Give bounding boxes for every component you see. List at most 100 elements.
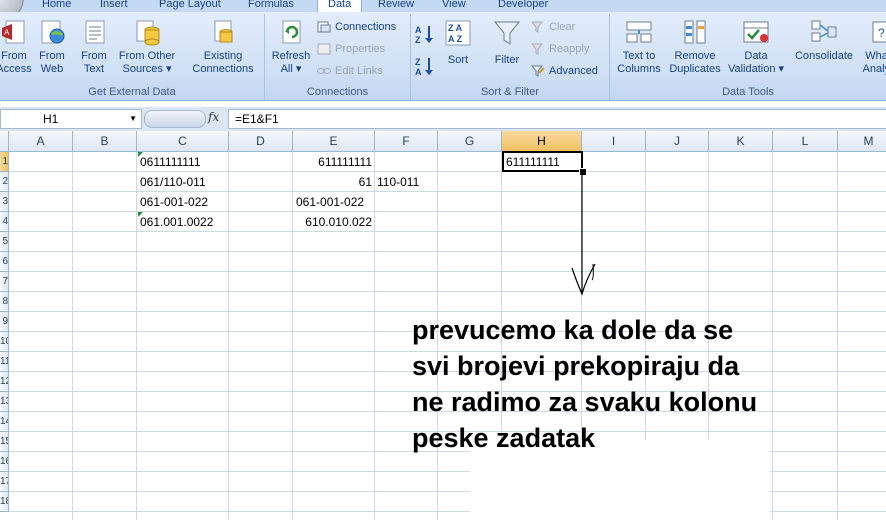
formula-expand-handle[interactable]: [144, 110, 206, 128]
row-header-11[interactable]: 11: [0, 352, 9, 372]
chain-link-icon: [317, 65, 331, 77]
column-header-i[interactable]: I: [582, 131, 646, 152]
text-to-columns-icon: [625, 18, 653, 46]
column-header-m[interactable]: M: [838, 131, 886, 152]
data-validation-button[interactable]: Data Validation ▾: [724, 18, 788, 76]
refresh-all-button[interactable]: Refresh All ▾: [267, 18, 315, 76]
cell-c4[interactable]: 061.001.0022: [137, 212, 229, 232]
row-header-1[interactable]: 1: [0, 152, 9, 172]
formula-input[interactable]: =E1&F1: [228, 109, 886, 129]
sort-button[interactable]: Z AA Z Sort: [441, 18, 475, 67]
properties-button[interactable]: Properties: [317, 40, 385, 58]
tab-view[interactable]: View: [442, 0, 466, 12]
advanced-filter-button[interactable]: Advanced: [530, 62, 598, 80]
cell-c2[interactable]: 061/110-011: [137, 172, 229, 192]
cell-c3[interactable]: 061-001-022: [137, 192, 229, 212]
row-gridline: [9, 251, 886, 252]
clear-filter-button[interactable]: Clear: [530, 18, 575, 36]
group-data-tools: Text to Columns Remove Duplicates Data V…: [610, 14, 886, 100]
properties-icon: [317, 43, 331, 55]
group-label-get-external-data: Get External Data: [88, 86, 176, 98]
ribbon-tab-bar: Home Insert Page Layout Formulas Data Re…: [0, 0, 886, 12]
row-header-15[interactable]: 15: [0, 432, 9, 452]
row-header-16[interactable]: 16: [0, 452, 9, 472]
funnel-icon: [493, 18, 521, 46]
row-header-3[interactable]: 3: [0, 192, 9, 212]
remove-duplicates-button[interactable]: Remove Duplicates: [666, 18, 724, 76]
svg-text:Z: Z: [415, 35, 421, 44]
column-header-h[interactable]: H: [502, 131, 582, 152]
group-connections: Refresh All ▾ Connections Properties Edi…: [265, 14, 411, 100]
connections-button[interactable]: Connections: [317, 18, 396, 36]
insert-function-icon[interactable]: fx: [208, 110, 219, 124]
tab-insert[interactable]: Insert: [100, 0, 128, 12]
existing-connections-button[interactable]: Existing Connections: [186, 18, 260, 76]
row-header-18[interactable]: 18: [0, 492, 9, 512]
group-sort-filter: AZ ZA Z AA Z Sort Filter Clear Reapply A…: [411, 14, 610, 100]
select-all-corner[interactable]: [0, 131, 9, 152]
row-header-12[interactable]: 12: [0, 372, 9, 392]
from-access-button[interactable]: A From Access: [0, 18, 34, 76]
access-icon: A: [0, 18, 28, 46]
row-header-9[interactable]: 9: [0, 312, 9, 332]
column-header-k[interactable]: K: [709, 131, 773, 152]
tab-data[interactable]: Data: [317, 0, 363, 12]
cell-e2[interactable]: 61: [293, 172, 375, 192]
row-header-6[interactable]: 6: [0, 252, 9, 272]
row-header-17[interactable]: 17: [0, 472, 9, 492]
consolidate-button[interactable]: Consolidate: [792, 18, 856, 63]
from-web-button[interactable]: From Web: [34, 18, 70, 76]
column-header-f[interactable]: F: [375, 131, 438, 152]
row-header-4[interactable]: 4: [0, 212, 9, 232]
annotation-text: prevucemo ka dole da se svi brojevi prek…: [412, 315, 758, 453]
from-text-button[interactable]: From Text: [76, 18, 112, 76]
tab-review[interactable]: Review: [378, 0, 414, 12]
column-header-c[interactable]: C: [137, 131, 229, 152]
column-header-j[interactable]: J: [646, 131, 709, 152]
column-header-d[interactable]: D: [229, 131, 293, 152]
sort-z-to-a-icon[interactable]: ZA: [415, 56, 435, 77]
column-header-g[interactable]: G: [438, 131, 502, 152]
text-file-icon: [80, 18, 108, 46]
filter-button[interactable]: Filter: [489, 18, 525, 67]
text-to-columns-button[interactable]: Text to Columns: [614, 18, 664, 76]
row-header-10[interactable]: 10: [0, 332, 9, 352]
row-header-7[interactable]: 7: [0, 272, 9, 292]
column-header-e[interactable]: E: [293, 131, 375, 152]
sort-a-to-z-icon[interactable]: AZ: [415, 24, 435, 45]
clear-filter-icon: [530, 21, 545, 33]
tab-developer[interactable]: Developer: [498, 0, 548, 12]
cell-e4[interactable]: 610.010.022: [293, 212, 375, 232]
column-header-a[interactable]: A: [9, 131, 73, 152]
error-indicator-icon: [138, 212, 143, 217]
row-header-13[interactable]: 13: [0, 392, 9, 412]
row-header-14[interactable]: 14: [0, 412, 9, 432]
name-box-dropdown-icon[interactable]: ▼: [129, 110, 137, 128]
row-header-8[interactable]: 8: [0, 292, 9, 312]
cell-e1[interactable]: 611111111: [293, 152, 375, 172]
row-header-5[interactable]: 5: [0, 232, 9, 252]
svg-text:A: A: [415, 67, 422, 76]
column-header-l[interactable]: L: [773, 131, 838, 152]
tab-home[interactable]: Home: [42, 0, 71, 12]
error-indicator-icon: [138, 152, 143, 157]
what-if-analysis-button[interactable]: ? What-If Analysis: [858, 18, 886, 76]
data-validation-icon: [742, 18, 770, 46]
cell-f2[interactable]: 110-011: [374, 172, 438, 192]
row-header-2[interactable]: 2: [0, 172, 9, 192]
cell-c1[interactable]: 0611111111: [137, 152, 229, 172]
name-box[interactable]: H1 ▼: [0, 109, 142, 129]
cell-e3[interactable]: 061-001-022: [293, 192, 375, 212]
row-gridline: [9, 271, 886, 272]
existing-connections-icon: [209, 18, 237, 46]
from-other-sources-button[interactable]: From Other Sources ▾: [116, 18, 178, 76]
column-header-b[interactable]: B: [73, 131, 137, 152]
tab-formulas[interactable]: Formulas: [248, 0, 294, 12]
svg-text:A: A: [4, 28, 10, 37]
edit-links-button[interactable]: Edit Links: [317, 62, 383, 80]
tab-page-layout[interactable]: Page Layout: [159, 0, 221, 12]
advanced-filter-icon: [530, 65, 545, 77]
reapply-button[interactable]: Reapply: [530, 40, 589, 58]
group-label-connections: Connections: [306, 86, 369, 98]
group-label-data-tools: Data Tools: [722, 86, 774, 98]
